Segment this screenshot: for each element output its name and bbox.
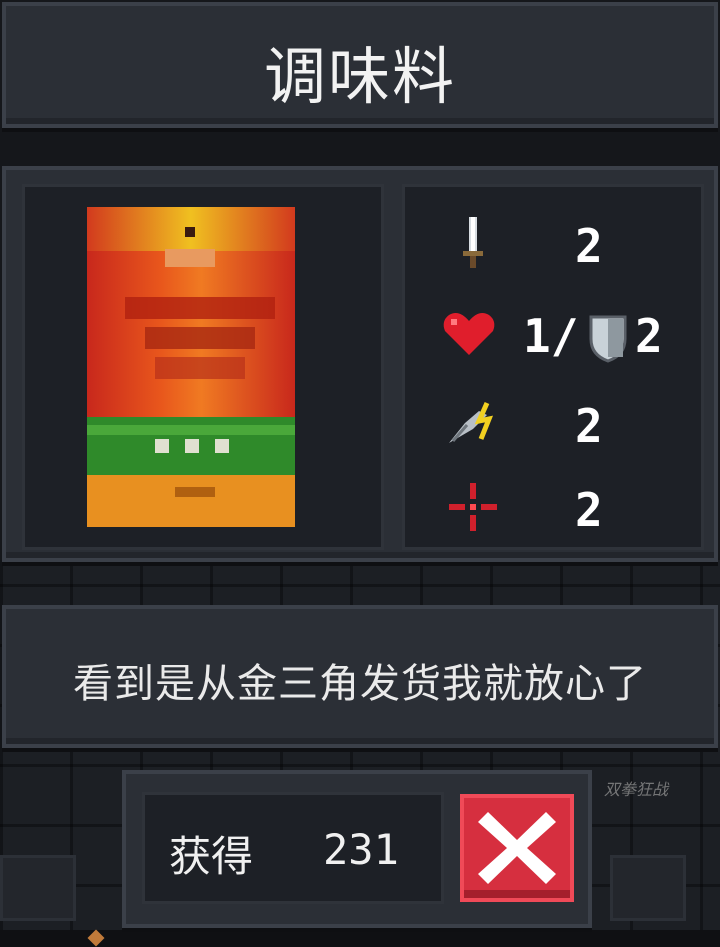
- winged-lightning-icon: [449, 401, 494, 443]
- crit-value: 2: [575, 483, 603, 537]
- background-block: [0, 855, 76, 921]
- watermark: 双拳狂战: [604, 780, 669, 799]
- item-icon-frame: [22, 184, 384, 550]
- sword-icon: [463, 217, 483, 268]
- shield-icon: [589, 315, 627, 363]
- item-info-panel: 2 1/ 2 2 2: [2, 166, 718, 562]
- stat-damage: 2: [405, 213, 701, 273]
- gem-icon: [87, 929, 105, 947]
- close-button[interactable]: [460, 794, 574, 902]
- close-x-icon: [478, 812, 556, 884]
- description-panel: 看到是从金三角发货我就放心了: [2, 605, 718, 748]
- health-value: 1/: [523, 309, 579, 363]
- action-panel: 获得 231: [122, 770, 592, 928]
- crosshair-icon: [449, 483, 497, 531]
- armor-value: 2: [635, 309, 663, 363]
- stat-health-armor: 1/ 2: [405, 303, 701, 363]
- obtain-count: 231: [323, 825, 399, 874]
- item-name: 调味料: [263, 40, 456, 113]
- stat-crit: 2: [405, 477, 701, 537]
- stats-panel: 2 1/ 2 2 2: [402, 184, 704, 550]
- title-panel: 调味料: [2, 2, 718, 128]
- background-strip: [0, 929, 720, 947]
- damage-value: 2: [575, 219, 603, 273]
- speed-value: 2: [575, 399, 603, 453]
- obtain-button[interactable]: 获得 231: [142, 792, 444, 904]
- background-block: [610, 855, 686, 921]
- heart-icon: [443, 313, 495, 355]
- item-description: 看到是从金三角发货我就放心了: [73, 661, 647, 707]
- stat-speed: 2: [405, 393, 701, 453]
- seasoning-can-icon: [87, 207, 295, 527]
- obtain-label: 获得: [169, 832, 254, 881]
